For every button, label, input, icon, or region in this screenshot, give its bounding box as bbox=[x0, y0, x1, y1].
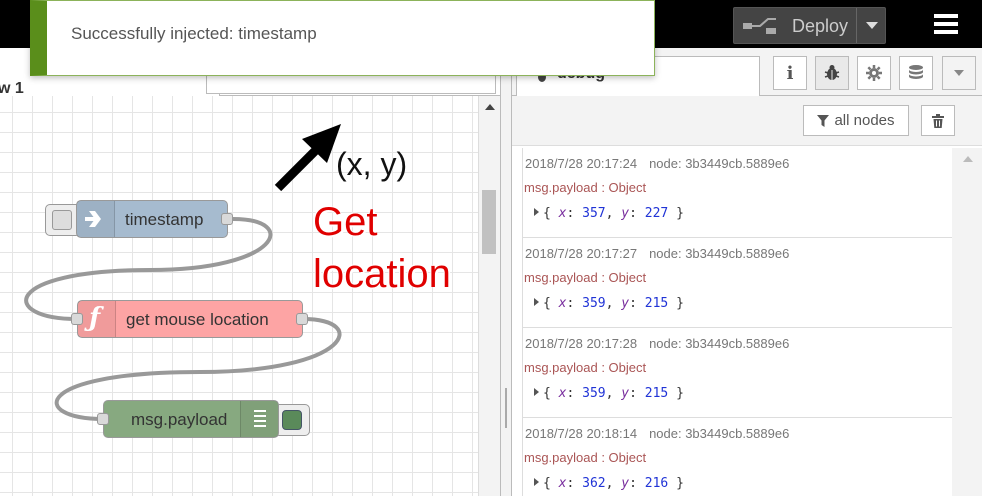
message-topic: msg.payload : Object bbox=[524, 450, 647, 465]
coord-annotation: (x, y) bbox=[336, 146, 408, 182]
info-icon: i bbox=[786, 62, 794, 84]
deploy-label: Deploy bbox=[792, 16, 849, 36]
scroll-up-icon[interactable] bbox=[485, 104, 495, 110]
clear-debug-button[interactable] bbox=[921, 105, 955, 136]
function-node-label: get mouse location bbox=[126, 310, 269, 329]
arrow-in-icon bbox=[77, 201, 115, 237]
debug-scrollbar[interactable] bbox=[952, 148, 982, 496]
notification-text: Successfully injected: timestamp bbox=[71, 24, 317, 43]
message-node-link[interactable]: node: 3b3449cb.5889e6 bbox=[649, 246, 789, 261]
info-tab-button[interactable]: i bbox=[773, 56, 807, 90]
debug-toggle-button[interactable] bbox=[274, 404, 310, 436]
function-icon: ƒ bbox=[78, 301, 116, 337]
inject-output-port[interactable] bbox=[221, 213, 233, 225]
debug-tab-button[interactable] bbox=[815, 56, 849, 90]
expand-icon bbox=[534, 388, 539, 396]
deploy-icon bbox=[743, 18, 776, 34]
message-meta: 2018/7/28 20:17:27 node: 3b3449cb.5889e6 bbox=[525, 246, 790, 261]
message-topic: msg.payload : Object bbox=[524, 270, 647, 285]
database-icon bbox=[909, 65, 923, 79]
function-output-port[interactable] bbox=[296, 313, 308, 325]
message-payload[interactable]: { x: 357, y: 227 } bbox=[534, 206, 684, 221]
message-meta: 2018/7/28 20:17:28 node: 3b3449cb.5889e6 bbox=[525, 336, 790, 351]
inject-node[interactable]: timestamp bbox=[76, 200, 228, 238]
context-tab-button[interactable] bbox=[899, 56, 933, 90]
message-node-link[interactable]: node: 3b3449cb.5889e6 bbox=[649, 336, 789, 351]
function-node[interactable]: ƒ get mouse location bbox=[77, 300, 303, 338]
debug-toolbar: all nodes bbox=[512, 96, 982, 146]
expand-icon bbox=[534, 298, 539, 306]
canvas-scrollbar[interactable] bbox=[478, 96, 500, 496]
trash-icon bbox=[932, 113, 944, 128]
deploy-button[interactable]: Deploy bbox=[733, 7, 886, 44]
gear-icon bbox=[866, 65, 882, 81]
message-payload[interactable]: { x: 362, y: 216 } bbox=[534, 476, 684, 491]
expand-icon bbox=[534, 208, 539, 216]
caret-down-icon bbox=[954, 70, 964, 76]
debug-message: 2018/7/28 20:17:27 node: 3b3449cb.5889e6 … bbox=[523, 238, 982, 328]
debug-message: 2018/7/28 20:18:14 node: 3b3449cb.5889e6 … bbox=[523, 418, 982, 496]
bug-icon bbox=[824, 65, 840, 80]
sidebar: debug i bbox=[512, 48, 982, 496]
debug-message: 2018/7/28 20:17:28 node: 3b3449cb.5889e6 … bbox=[523, 328, 982, 418]
function-input-port[interactable] bbox=[71, 313, 83, 325]
list-icon bbox=[240, 401, 278, 437]
debug-message-list[interactable]: 2018/7/28 20:17:24 node: 3b3449cb.5889e6 … bbox=[522, 148, 982, 496]
caret-down-icon[interactable] bbox=[866, 22, 878, 29]
debug-node[interactable]: msg.payload bbox=[103, 400, 279, 438]
scroll-up-icon[interactable] bbox=[963, 156, 973, 162]
inject-node-label: timestamp bbox=[125, 210, 204, 229]
debug-input-port[interactable] bbox=[97, 413, 109, 425]
filter-all-nodes-button[interactable]: all nodes bbox=[803, 105, 909, 136]
message-payload[interactable]: { x: 359, y: 215 } bbox=[534, 296, 684, 311]
filter-icon bbox=[817, 114, 830, 127]
message-meta: 2018/7/28 20:18:14 node: 3b3449cb.5889e6 bbox=[525, 426, 790, 441]
debug-message: 2018/7/28 20:17:24 node: 3b3449cb.5889e6 … bbox=[523, 148, 982, 238]
expand-icon bbox=[534, 478, 539, 486]
sidebar-splitter[interactable] bbox=[500, 48, 512, 496]
message-node-link[interactable]: node: 3b3449cb.5889e6 bbox=[649, 156, 789, 171]
inject-notification: Successfully injected: timestamp bbox=[30, 0, 655, 76]
get-location-annotation: Get location bbox=[313, 200, 451, 296]
scroll-thumb[interactable] bbox=[482, 190, 496, 254]
sidebar-menu-button[interactable] bbox=[942, 56, 976, 90]
deploy-separator bbox=[856, 8, 857, 43]
debug-node-label: msg.payload bbox=[131, 410, 228, 429]
all-nodes-label: all nodes bbox=[834, 112, 895, 129]
message-topic: msg.payload : Object bbox=[524, 180, 647, 195]
message-node-link[interactable]: node: 3b3449cb.5889e6 bbox=[649, 426, 789, 441]
message-meta: 2018/7/28 20:17:24 node: 3b3449cb.5889e6 bbox=[525, 156, 790, 171]
message-topic: msg.payload : Object bbox=[524, 360, 647, 375]
message-payload[interactable]: { x: 359, y: 215 } bbox=[534, 386, 684, 401]
config-tab-button[interactable] bbox=[857, 56, 891, 90]
menu-icon[interactable] bbox=[934, 14, 958, 34]
